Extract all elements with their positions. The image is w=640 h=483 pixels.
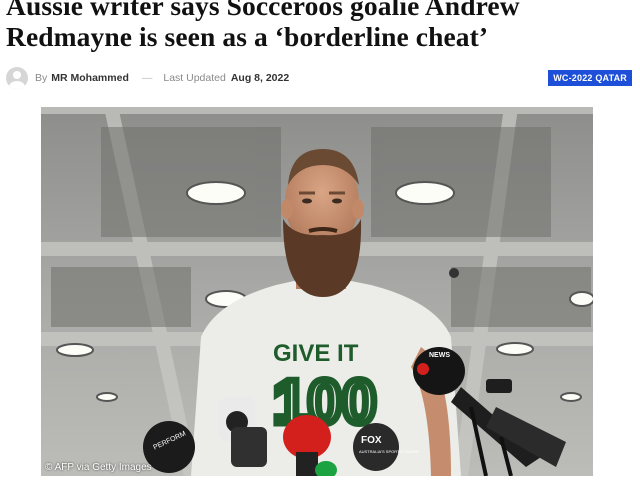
category-badge[interactable]: WC-2022 QATAR [548,70,632,86]
photo-credit: © AFP via Getty Images [45,462,152,473]
meta-separator: — [141,72,153,84]
mic-label-fox: FOX [361,435,382,446]
article-photo: GIVE IT 100 PERFORM FOX AUSTRALIA'S SPOR… [41,107,593,476]
by-label: By [35,72,48,84]
mic-label-news: NEWS [429,352,450,359]
mic-label-fox-sub: AUSTRALIA'S SPORTS LEADER [359,449,419,454]
article-meta: By MR Mohammed — Last Updated Aug 8, 202… [6,66,632,90]
author-name[interactable]: MR Mohammed [51,72,129,84]
shirt-text-line1: GIVE IT [273,340,359,367]
photo-illustration: GIVE IT 100 PERFORM FOX AUSTRALIA'S SPOR… [41,107,593,476]
last-updated-date: Aug 8, 2022 [230,72,290,84]
last-updated-label: Last Updated [163,72,226,84]
article-headline: Aussie writer says Socceroos goalie Andr… [6,0,520,52]
author-avatar-icon[interactable] [6,67,28,89]
